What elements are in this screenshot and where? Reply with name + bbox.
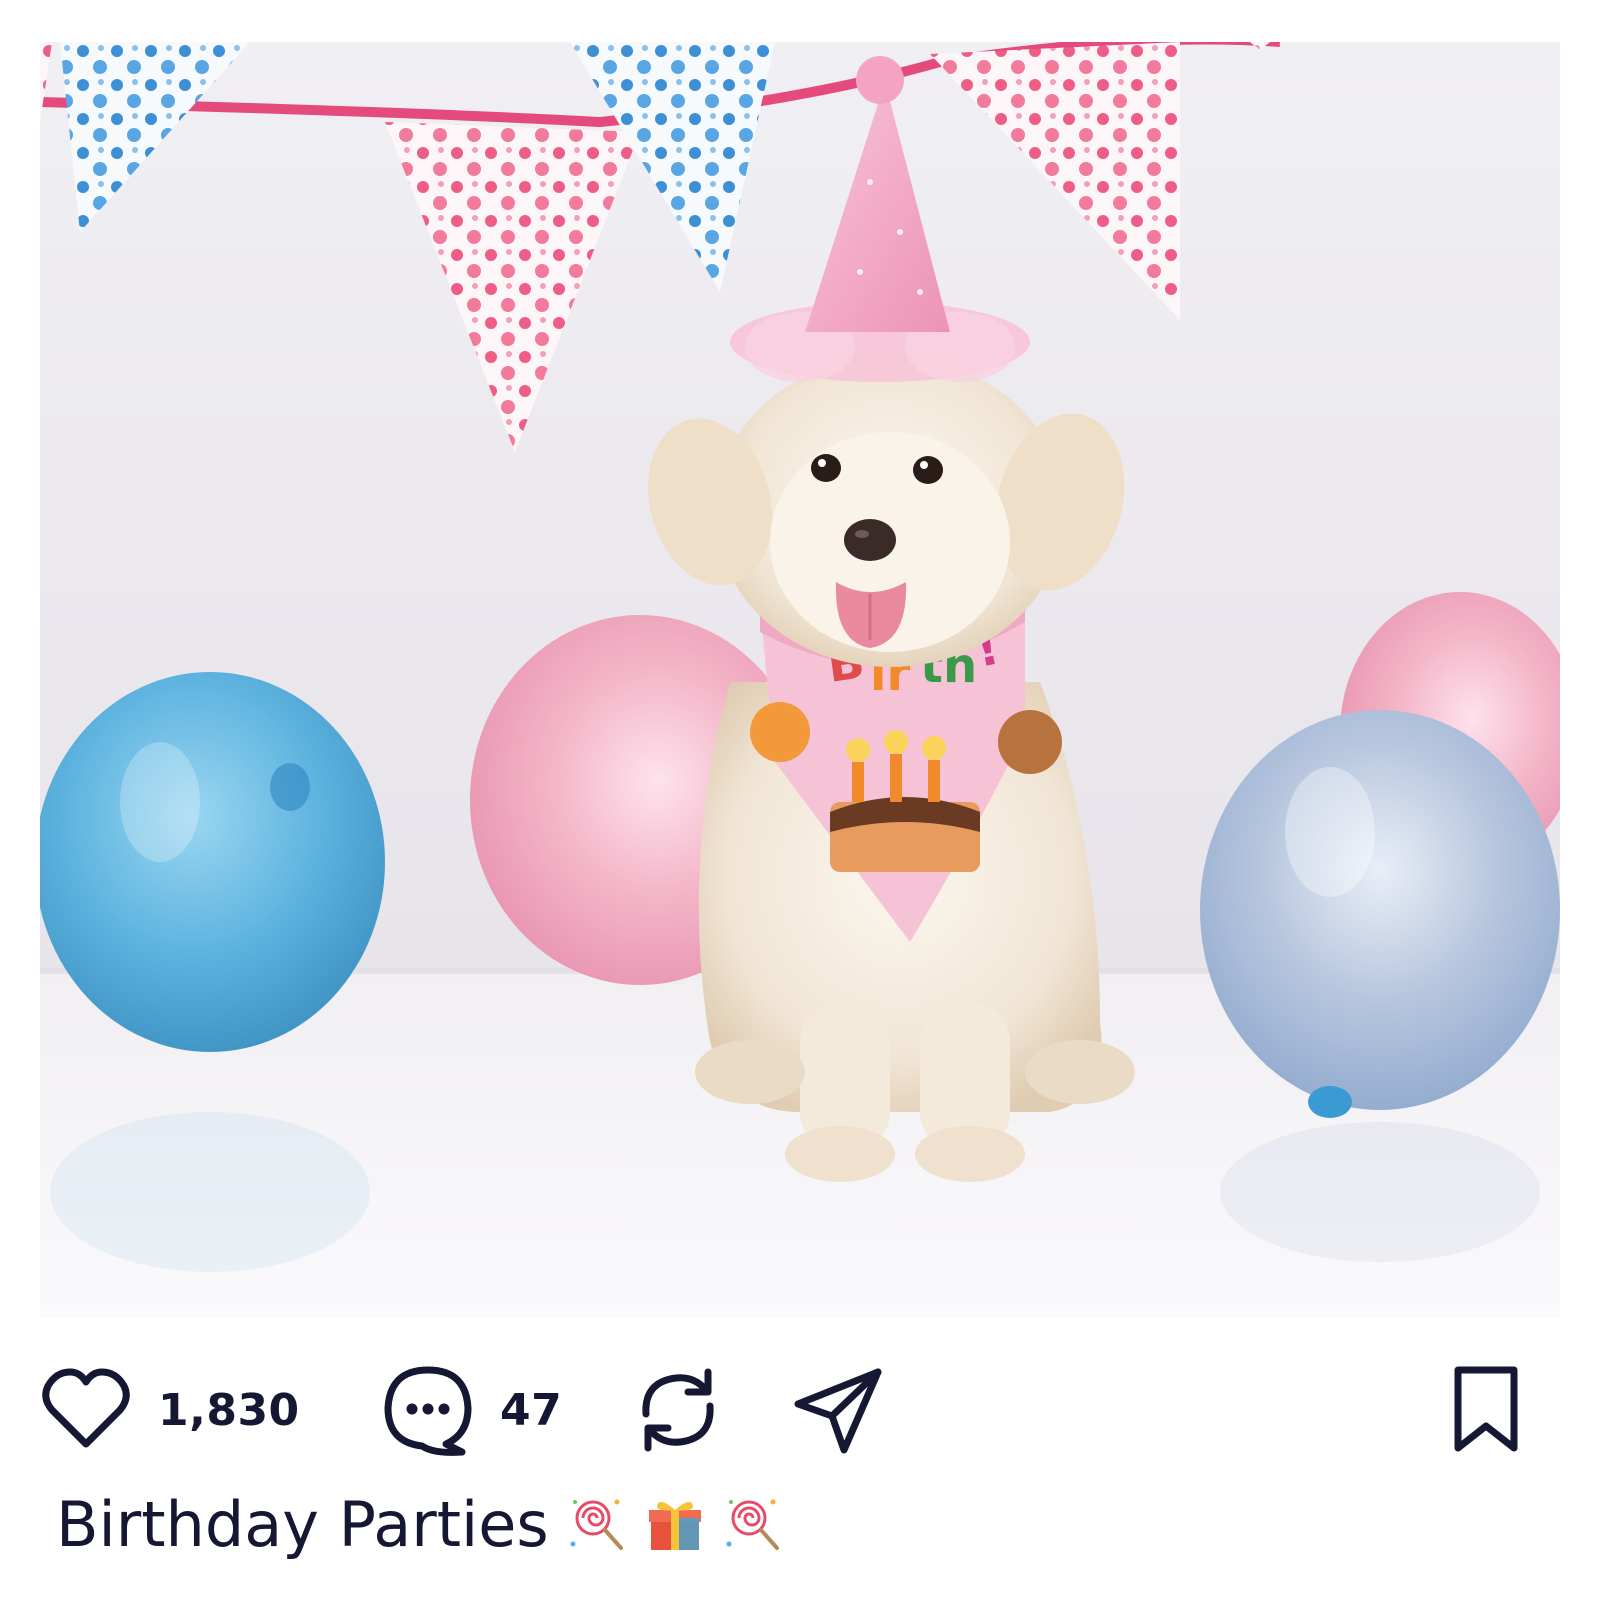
share-button[interactable] (792, 1364, 884, 1456)
gift-icon (645, 1494, 705, 1554)
repost-button[interactable] (632, 1364, 724, 1456)
comment-count: 47 (500, 1384, 563, 1436)
like-count: 1,830 (158, 1384, 300, 1436)
save-button[interactable] (1448, 1364, 1524, 1456)
paper-plane-icon[interactable] (792, 1364, 884, 1456)
post-action-bar: 1,830 47 (40, 1364, 1560, 1456)
repost-icon[interactable] (632, 1364, 724, 1456)
bookmark-icon[interactable] (1448, 1364, 1524, 1456)
heart-icon[interactable] (40, 1364, 132, 1456)
caption-text: Birthday Parties (56, 1487, 549, 1561)
post-caption: Birthday Parties (56, 1484, 783, 1564)
post-image[interactable]: B ir th ! (40, 42, 1560, 1318)
lollipop-icon (567, 1494, 627, 1554)
like-button[interactable]: 1,830 (40, 1364, 300, 1456)
lollipop-icon (723, 1494, 783, 1554)
comment-button[interactable]: 47 (382, 1364, 562, 1456)
comment-bubble-icon[interactable] (382, 1364, 474, 1456)
